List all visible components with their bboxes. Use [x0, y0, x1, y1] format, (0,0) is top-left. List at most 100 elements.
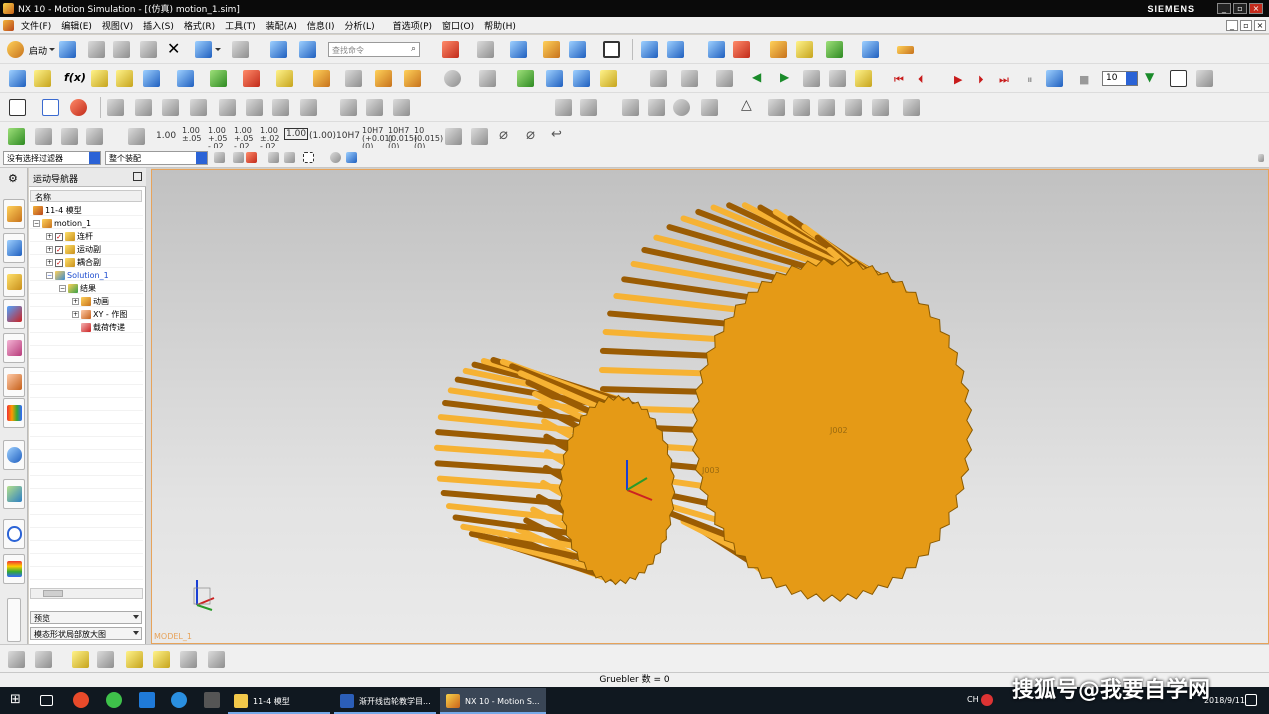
layout-icon[interactable] — [42, 99, 59, 116]
spring-icon[interactable] — [177, 70, 194, 87]
xy-graph-tab[interactable] — [3, 367, 25, 397]
browser-2-icon[interactable] — [171, 692, 187, 708]
start-icon[interactable] — [7, 41, 24, 58]
explode-icon[interactable] — [716, 70, 733, 87]
clip-section-icon[interactable] — [569, 41, 586, 58]
copy-icon[interactable] — [113, 41, 130, 58]
part-navigator-tab[interactable] — [3, 299, 25, 329]
sogou-icon[interactable] — [981, 694, 993, 706]
navigator-hscrollbar[interactable] — [30, 588, 143, 599]
selection-scope-select[interactable]: 整个装配 — [105, 151, 208, 165]
menu-help[interactable]: 帮助(H) — [479, 19, 521, 32]
frame-rate-select[interactable]: 10 — [1102, 71, 1138, 86]
tree-node-motion[interactable]: − motion_1 — [33, 217, 91, 230]
cut-icon[interactable] — [88, 41, 105, 58]
windows-start-icon[interactable]: ⊞ — [10, 692, 26, 708]
animation-icon[interactable] — [855, 70, 872, 87]
start-label[interactable]: 启动 — [29, 44, 47, 57]
background-icon[interactable] — [603, 41, 620, 58]
navigator-maximize-icon[interactable] — [133, 172, 142, 181]
ruler-measure-icon[interactable] — [445, 128, 462, 145]
constraint-path-icon[interactable] — [479, 70, 496, 87]
motion-body-icon[interactable] — [641, 41, 658, 58]
reuse-library-tab[interactable] — [3, 333, 25, 363]
gear-scene[interactable]: J002 J003 — [152, 170, 1268, 643]
ime-indicator[interactable]: CH — [967, 695, 979, 704]
assembly-navigator-tab[interactable] — [3, 233, 25, 263]
step-back-frame-icon[interactable]: ⏴ — [918, 73, 924, 87]
frame-rate-arrow-icon[interactable] — [1126, 72, 1137, 85]
tol-bilateral[interactable]: 1.00 ±.05 — [182, 127, 201, 143]
system-materials-tab[interactable] — [3, 554, 25, 584]
window-switch-icon[interactable] — [270, 41, 287, 58]
datum-icon[interactable] — [793, 99, 810, 116]
history-clock-tab[interactable] — [3, 519, 25, 549]
taskbar-app-explorer[interactable]: 11-4 模型 — [228, 688, 330, 714]
add-component-icon[interactable] — [35, 651, 52, 668]
menu-assembly[interactable]: 装配(A) — [261, 19, 302, 32]
stack2-icon[interactable] — [162, 99, 179, 116]
environment-icon[interactable] — [9, 70, 26, 87]
taskbar-app-nx[interactable]: NX 10 - Motion S... — [440, 688, 546, 714]
toolbar-overflow-icon[interactable] — [1258, 154, 1264, 162]
menu-view[interactable]: 视图(V) — [97, 19, 138, 32]
marker-point-icon[interactable] — [444, 70, 461, 87]
dim-array-icon[interactable] — [107, 99, 124, 116]
loop-icon[interactable] — [1046, 70, 1063, 87]
stop-icon[interactable]: ■ — [1079, 73, 1089, 86]
block-icon[interactable] — [190, 99, 207, 116]
dimension-edit-icon[interactable] — [86, 128, 103, 145]
tree-node-xy-graph[interactable]: + XY - 作图 — [72, 308, 127, 321]
surface-finish-icon[interactable] — [768, 99, 785, 116]
step-back-icon[interactable]: ◀ — [752, 70, 761, 84]
doc-restore-button[interactable]: ▫ — [1240, 20, 1252, 31]
menu-format[interactable]: 格式(R) — [179, 19, 220, 32]
check-icon[interactable] — [8, 128, 25, 145]
minimize-button[interactable]: _ — [1217, 3, 1231, 14]
undo-selection-icon[interactable] — [284, 152, 295, 163]
solution-icon[interactable] — [517, 70, 534, 87]
fit-tolerance-icon[interactable] — [903, 99, 920, 116]
capture-icon[interactable] — [829, 70, 846, 87]
pointer-icon[interactable] — [268, 152, 279, 163]
orient-view-icon[interactable] — [477, 41, 494, 58]
joint-icon[interactable] — [667, 41, 684, 58]
expand-icon[interactable]: + — [46, 259, 53, 266]
bushing-icon[interactable] — [243, 70, 260, 87]
graphics-window[interactable]: J002 J003 MODEL_1 — [151, 169, 1269, 644]
undo-icon[interactable] — [195, 41, 212, 58]
tol-reference[interactable]: (1.00) — [309, 131, 336, 141]
gear-pair-icon[interactable] — [313, 70, 330, 87]
measure-result-icon[interactable] — [650, 70, 667, 87]
fast-forward-icon[interactable]: ⏭ — [999, 73, 1009, 87]
trace-icon[interactable] — [681, 70, 698, 87]
selection-filter-arrow-icon[interactable] — [89, 152, 100, 164]
menu-info[interactable]: 信息(I) — [302, 19, 340, 32]
menu-edit[interactable]: 编辑(E) — [56, 19, 97, 32]
master-model-icon[interactable] — [34, 70, 51, 87]
triangle-icon[interactable]: △ — [741, 97, 752, 113]
rewind-icon[interactable]: ⏮ — [894, 73, 904, 87]
expand-icon[interactable]: + — [46, 233, 53, 240]
dimension-block-icon[interactable] — [61, 128, 78, 145]
search-icon[interactable]: ⌕ — [411, 44, 416, 54]
export-icon[interactable] — [573, 70, 590, 87]
sequence-icon[interactable] — [153, 651, 170, 668]
close-button[interactable]: × — [1249, 3, 1263, 14]
wechat-icon[interactable] — [106, 692, 122, 708]
brush-icon[interactable] — [246, 99, 263, 116]
web-browser-tab[interactable] — [3, 479, 25, 509]
settings-gear-icon[interactable]: ⚙ — [8, 172, 18, 185]
expand-icon[interactable]: + — [72, 298, 79, 305]
tree-node-couplers[interactable]: + ✓ 耦合副 — [46, 256, 101, 269]
play-icon[interactable]: ▶ — [954, 73, 962, 86]
expand-icon[interactable]: + — [72, 311, 79, 318]
play-mode-icon[interactable]: ▼ — [1145, 70, 1154, 84]
motion-navigator-tab[interactable] — [3, 199, 25, 229]
weld2-icon[interactable] — [580, 99, 597, 116]
sensor-icon[interactable] — [404, 70, 421, 87]
bearing-icon[interactable] — [673, 99, 690, 116]
projected-view-icon[interactable] — [393, 99, 410, 116]
taskbar-app-word[interactable]: 渐开线齿轮教学目... — [334, 688, 436, 714]
rack-icon[interactable] — [345, 70, 362, 87]
